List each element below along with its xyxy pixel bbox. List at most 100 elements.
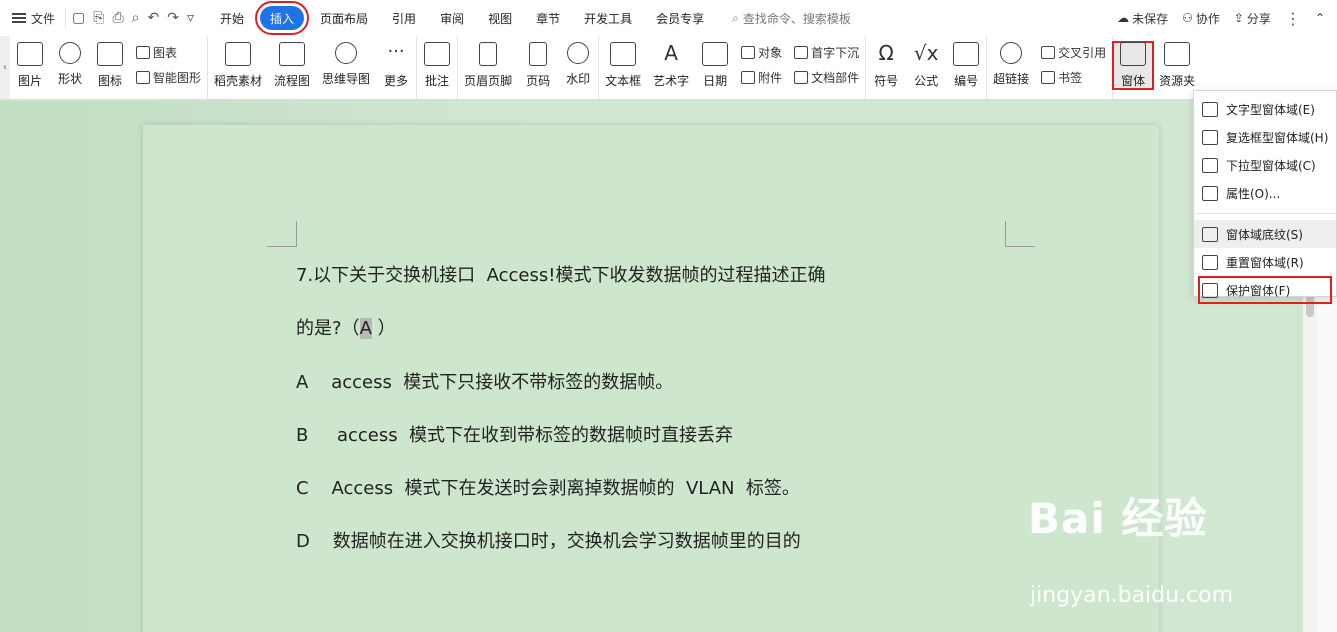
crossref-button[interactable]: 交叉引用	[1041, 44, 1106, 61]
dropcap-label: 首字下沉	[811, 46, 860, 60]
protect-form-item[interactable]: 保护窗体(F)	[1198, 276, 1332, 304]
baidu-watermark: Bai 经验	[1028, 494, 1208, 543]
undo-icon[interactable]: ↶	[148, 10, 160, 26]
crossref-label: 交叉引用	[1058, 46, 1107, 60]
wordart-label: 艺术字	[653, 74, 690, 88]
baidu-watermark-url: jingyan.baidu.com	[1030, 583, 1234, 608]
field-shading-item[interactable]: 窗体域底纹(S)	[1194, 220, 1336, 248]
picture-label: 图片	[17, 74, 42, 88]
more-options-icon[interactable]: ⋮	[1285, 9, 1301, 28]
command-search[interactable]: ⌕ 查找命令、搜索模板	[732, 10, 851, 27]
share-button[interactable]: ⇪ 分享	[1234, 10, 1271, 27]
tab-page-layout[interactable]: 页面布局	[308, 6, 380, 30]
icon-button[interactable]: 图标	[90, 42, 130, 89]
header-footer-button[interactable]: 页眉页脚	[458, 42, 518, 89]
page-num-button[interactable]: 页码	[518, 42, 558, 89]
chevron-down-icon[interactable]: ▿	[187, 10, 194, 26]
crossref-icon	[1041, 46, 1056, 59]
smart-shape-button[interactable]: 智能图形	[136, 69, 201, 86]
paperclip-icon	[741, 71, 756, 84]
dropdown-form-field-item[interactable]: 下拉型窗体域(C)	[1194, 151, 1336, 179]
question-line-2-prefix: 的是?（	[296, 318, 360, 339]
question-line-2-suffix: ）	[371, 318, 396, 339]
tab-insert[interactable]: 插入	[255, 1, 310, 35]
watermark-button[interactable]: 水印	[558, 42, 598, 87]
text-field-icon	[1202, 101, 1218, 117]
mindmap-icon	[335, 42, 358, 64]
dropcap-button[interactable]: 首字下沉	[794, 44, 859, 61]
question-line-2: 的是?（A ）	[296, 314, 396, 340]
hamburger-icon	[12, 13, 26, 23]
attachment-button[interactable]: 附件	[741, 69, 782, 86]
option-c: C Access 模式下在发送时会剥离掉数据帧的 VLAN 标签。	[296, 478, 800, 499]
reset-fields-item[interactable]: 重置窗体域(R)	[1194, 248, 1336, 276]
tab-section[interactable]: 章节	[524, 6, 572, 30]
text-form-field-item[interactable]: 文字型窗体域(E)	[1194, 95, 1336, 123]
bookmark-button[interactable]: 书签	[1041, 69, 1106, 86]
checkbox-form-field-item[interactable]: 复选框型窗体域(H)	[1194, 123, 1336, 151]
more-button[interactable]: ··· 更多	[376, 42, 416, 89]
tab-review[interactable]: 审阅	[428, 6, 476, 30]
numbering-icon	[953, 42, 980, 66]
collapse-icon[interactable]: ⌃	[1315, 11, 1325, 25]
file-menu[interactable]: 文件	[0, 10, 65, 27]
daoke-label: 稻壳素材	[214, 74, 263, 88]
wordart-button[interactable]: A 艺术字	[647, 42, 695, 89]
tab-member[interactable]: 会员专享	[644, 6, 716, 30]
date-button[interactable]: 日期	[695, 42, 735, 89]
shape-label: 形状	[57, 72, 82, 86]
unsaved-button[interactable]: ☁ 未保存	[1117, 10, 1168, 27]
ribbon-group-text: 文本框 A 艺术字 日期 对象 附件 首字下沉 文档部件	[599, 36, 867, 99]
doc-parts-button[interactable]: 文档部件	[794, 69, 859, 86]
numbering-button[interactable]: 编号	[946, 42, 986, 89]
tab-references[interactable]: 引用	[380, 6, 428, 30]
object-button[interactable]: 对象	[741, 44, 782, 61]
more-label: 更多	[384, 74, 409, 88]
document-page[interactable]: 7.以下关于交换机接口 Access!模式下收发数据帧的过程描述正确 的是?（A…	[143, 125, 1159, 632]
daoke-button[interactable]: 稻壳素材	[208, 42, 268, 89]
resource-button[interactable]: 资源夹	[1153, 42, 1201, 89]
collab-button[interactable]: ⚇ 协作	[1182, 10, 1220, 27]
picture-button[interactable]: 图片	[10, 42, 50, 89]
textbox-button[interactable]: 文本框	[599, 42, 647, 89]
share-icon: ⇪	[1233, 11, 1244, 25]
icons-icon	[97, 42, 123, 66]
tab-view[interactable]: 视图	[476, 6, 524, 30]
preview-icon[interactable]: ⌕	[132, 10, 140, 26]
numbering-label: 编号	[954, 74, 979, 88]
shape-button[interactable]: 形状	[50, 42, 90, 87]
comment-button[interactable]: 批注	[417, 42, 457, 89]
hyperlink-label: 超链接	[993, 72, 1030, 86]
menu-separator	[1194, 213, 1336, 214]
print-icon[interactable]: ⎙	[112, 10, 123, 26]
option-b: B access 模式下在收到带标签的数据帧时直接丢弃	[296, 425, 734, 446]
reset-fields-label: 重置窗体域(R)	[1226, 255, 1304, 270]
ribbon-scroll-left[interactable]: ‹	[0, 36, 10, 99]
page-num-icon	[529, 42, 548, 66]
protect-form-label: 保护窗体(F)	[1226, 283, 1291, 298]
tab-home[interactable]: 开始	[208, 6, 256, 30]
comment-label: 批注	[425, 74, 450, 88]
watermark-icon	[567, 42, 590, 64]
save-icon[interactable]: ▢	[72, 10, 85, 26]
flowchart-button[interactable]: 流程图	[268, 42, 316, 89]
icon-label: 图标	[97, 74, 122, 88]
properties-item[interactable]: 属性(O)...	[1194, 179, 1336, 207]
flowchart-icon	[279, 42, 306, 66]
form-button[interactable]: 窗体	[1112, 41, 1155, 90]
redo-icon[interactable]: ↷	[167, 10, 179, 26]
option-d: D 数据帧在进入交换机接口时，交换机会学习数据帧里的目的	[296, 531, 801, 552]
formula-button[interactable]: √x 公式	[906, 42, 946, 89]
symbol-button[interactable]: Ω 符号	[866, 42, 906, 89]
mindmap-button[interactable]: 思维导图	[316, 42, 376, 87]
symbol-label: 符号	[874, 74, 899, 88]
export-icon[interactable]: ⎘	[93, 10, 104, 26]
text-form-field-label: 文字型窗体域(E)	[1226, 102, 1315, 117]
header-footer-label: 页眉页脚	[464, 74, 513, 88]
ribbon-group-symbols: Ω 符号 √x 公式 编号	[866, 36, 988, 99]
flowchart-label: 流程图	[274, 74, 311, 88]
hyperlink-button[interactable]: 超链接	[987, 42, 1035, 87]
file-menu-label: 文件	[31, 11, 56, 26]
chart-button[interactable]: 图表	[136, 44, 201, 61]
tab-developer[interactable]: 开发工具	[572, 6, 644, 30]
